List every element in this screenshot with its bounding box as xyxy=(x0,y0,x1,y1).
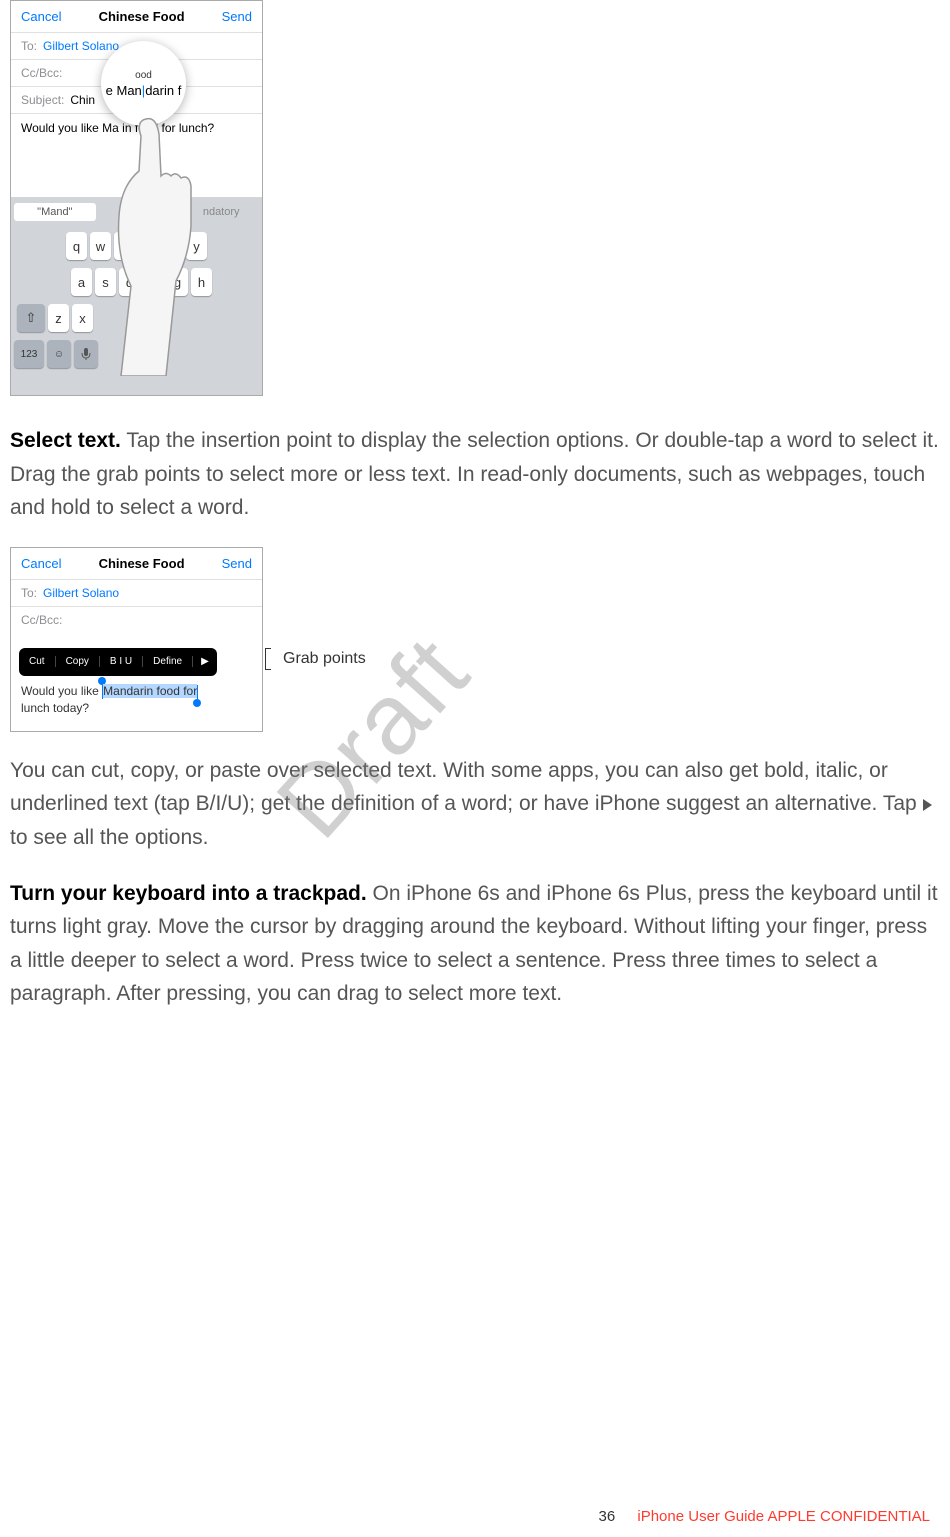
popup-cut: Cut xyxy=(19,656,56,667)
kb-key: z xyxy=(48,304,69,332)
popup-biu: B I U xyxy=(100,656,143,667)
nav-cancel: Cancel xyxy=(21,9,61,24)
to-label: To: xyxy=(21,586,37,600)
cc-label: Cc/Bcc: xyxy=(21,613,62,627)
kb-123: 123 xyxy=(14,340,44,368)
footer-confidential: iPhone User Guide APPLE CONFIDENTIAL xyxy=(637,1508,930,1525)
nav-title: Chinese Food xyxy=(99,556,185,571)
hand-pointer-icon xyxy=(111,116,221,381)
cc-label: Cc/Bcc: xyxy=(21,66,62,80)
paragraph-select-text: Select text. Tap the insertion point to … xyxy=(10,424,940,525)
callout-grab-points: Grab points xyxy=(283,650,366,668)
text-magnifier: ood e Man|darin f xyxy=(101,41,186,126)
kb-key: q xyxy=(66,232,87,260)
popup-copy: Copy xyxy=(56,656,100,667)
nav-send: Send xyxy=(222,556,252,571)
kb-shift: ⇧ xyxy=(17,304,45,332)
popup-more-icon: ▶ xyxy=(193,656,217,667)
popup-define: Define xyxy=(143,656,193,667)
subject-value: Chin xyxy=(70,93,95,107)
triangle-icon xyxy=(923,799,932,811)
screenshot-text-selection: Cancel Chinese Food Send To: Gilbert Sol… xyxy=(10,547,263,732)
kb-emoji-icon: ☺ xyxy=(47,340,71,368)
nav-title: Chinese Food xyxy=(99,9,185,24)
footer-page-number: 36 xyxy=(599,1508,616,1525)
to-value: Gilbert Solano xyxy=(43,39,119,53)
screenshot-mail-magnifier: Cancel Chinese Food Send To: Gilbert Sol… xyxy=(10,0,263,396)
kb-key: w xyxy=(90,232,111,260)
kb-key: a xyxy=(71,268,92,296)
kb-key: x xyxy=(72,304,93,332)
nav-send: Send xyxy=(222,9,252,24)
kb-mic-icon xyxy=(74,340,98,368)
callout-bracket xyxy=(265,648,271,670)
suggest-item: "Mand" xyxy=(14,203,96,221)
to-value: Gilbert Solano xyxy=(43,586,119,600)
nav-cancel: Cancel xyxy=(21,556,61,571)
paragraph-cut-copy-paste: You can cut, copy, or paste over selecte… xyxy=(10,754,940,855)
text-selection-popup: Cut Copy B I U Define ▶ xyxy=(19,648,217,676)
mail-body-selected: Would you like Mandarin food for lunch t… xyxy=(21,683,198,717)
to-label: To: xyxy=(21,39,37,53)
subject-label: Subject: xyxy=(21,93,64,107)
paragraph-keyboard-trackpad: Turn your keyboard into a trackpad. On i… xyxy=(10,877,940,1011)
page-footer: 36 iPhone User Guide APPLE CONFIDENTIAL xyxy=(599,1508,930,1525)
